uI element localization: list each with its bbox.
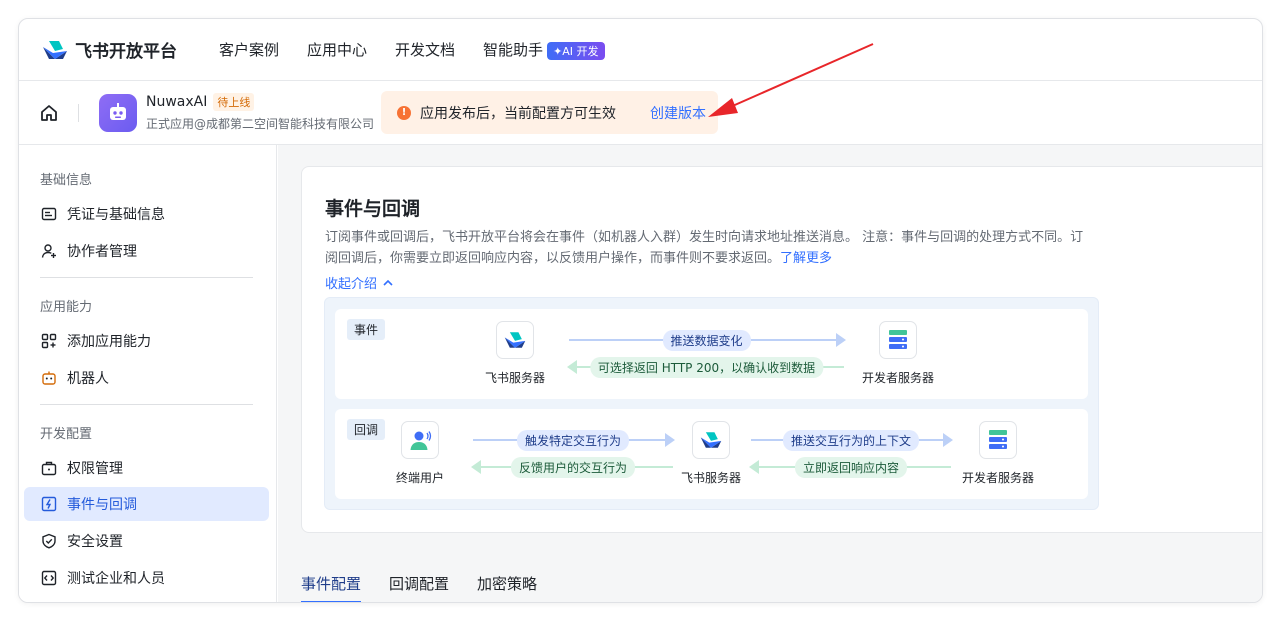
sidebar-item-events-callbacks[interactable]: 事件与回调: [24, 487, 269, 521]
description-text: 订阅事件或回调后，飞书开放平台将会在事件（如机器人入群）发生时向请求地址推送消息…: [325, 230, 1084, 266]
status-badge: 待上线: [213, 93, 255, 111]
node-label: 开发者服务器: [961, 471, 1034, 485]
main-content: 事件与回调 订阅事件或回调后，飞书开放平台将会在事件（如机器人入群）发生时向请求…: [278, 145, 1262, 602]
home-icon: [41, 104, 57, 121]
arrow-label: 推送交互行为的上下文: [782, 430, 920, 451]
node-label: 终端用户: [395, 471, 444, 485]
sidebar-item-test-org[interactable]: 测试企业和人员: [24, 561, 269, 595]
feedback-arrow: 反馈用户的交互行为: [471, 457, 673, 478]
sidebar-item-label: 权限管理: [67, 461, 123, 477]
create-version-link[interactable]: 创建版本: [650, 103, 706, 123]
event-lane: 事件 飞书服务器 开发者服务器 推送数据变化 可选择返回 HTTP 200，以确…: [335, 309, 1088, 399]
server-icon: [979, 421, 1017, 459]
sidebar-item-label: 安全设置: [67, 534, 123, 550]
sidebar-group-dev-config: 开发配置: [40, 427, 93, 442]
sidebar-group-basic-info: 基础信息: [40, 173, 93, 188]
flow-diagram: 事件 飞书服务器 开发者服务器 推送数据变化 可选择返回 HTTP 200，以确…: [324, 297, 1099, 510]
nav-app-center[interactable]: 应用中心: [307, 39, 367, 60]
app-bar: NuwaxAI 待上线 正式应用@成都第二空间智能科技有限公司 ! 应用发布后，…: [19, 81, 1262, 145]
arrow-label: 推送数据变化: [662, 330, 751, 351]
divider: [78, 103, 79, 122]
user-add-icon: [40, 242, 58, 260]
nav-customer-cases[interactable]: 客户案例: [219, 39, 279, 60]
sidebar-item-collaborators[interactable]: 协作者管理: [24, 234, 269, 268]
top-nav: 飞书开放平台 客户案例 应用中心 开发文档 智能助手 ✦AI 开发: [19, 19, 1262, 81]
browser-frame: 飞书开放平台 客户案例 应用中心 开发文档 智能助手 ✦AI 开发 NuwaxA…: [18, 18, 1263, 603]
server-icon: [879, 321, 917, 359]
arrow-label: 可选择返回 HTTP 200，以确认收到数据: [589, 357, 824, 378]
config-tabs: 事件配置 回调配置 加密策略: [301, 573, 565, 602]
nav-dev-docs[interactable]: 开发文档: [395, 39, 455, 60]
nav-smart-assistant[interactable]: 智能助手 ✦AI 开发: [483, 39, 605, 60]
arrow-label: 反馈用户的交互行为: [510, 457, 636, 478]
home-button[interactable]: [38, 102, 60, 124]
chevron-up-icon: [383, 279, 393, 286]
app-avatar[interactable]: [99, 93, 137, 132]
warning-icon: !: [397, 105, 411, 120]
feishu-server-node: 飞书服务器: [460, 321, 570, 386]
brand-name: 飞书开放平台: [75, 42, 177, 62]
intro-card: 事件与回调 订阅事件或回调后，飞书开放平台将会在事件（如机器人入群）发生时向请求…: [301, 166, 1262, 533]
app-org: 正式应用@成都第二空间智能科技有限公司: [146, 117, 375, 131]
sidebar-item-permissions[interactable]: 权限管理: [24, 451, 269, 485]
brand[interactable]: 飞书开放平台: [41, 37, 177, 62]
respond-arrow: 立即返回响应内容: [749, 457, 951, 478]
briefcase-icon: [40, 459, 58, 477]
arrow-label: 触发特定交互行为: [516, 430, 630, 451]
nav-smart-assistant-label: 智能助手: [483, 41, 544, 59]
feishu-logo-icon: [692, 421, 730, 459]
code-icon: [40, 569, 58, 587]
sidebar-item-label: 机器人: [67, 371, 109, 387]
push-data-arrow: 推送数据变化: [569, 330, 846, 351]
sidebar-item-label: 事件与回调: [67, 497, 137, 513]
sidebar-item-label: 协作者管理: [67, 244, 137, 260]
page-title: 事件与回调: [325, 198, 421, 220]
sidebar-divider: [40, 404, 253, 405]
trigger-interaction-arrow: 触发特定交互行为: [473, 430, 675, 451]
sidebar-item-credentials[interactable]: 凭证与基础信息: [24, 197, 269, 231]
feishu-logo-icon: [43, 40, 67, 59]
push-context-arrow: 推送交互行为的上下文: [751, 430, 953, 451]
sidebar-group-app-capability: 应用能力: [40, 300, 93, 315]
developer-server-node: 开发者服务器: [943, 421, 1053, 486]
app-name: NuwaxAI: [146, 94, 208, 110]
http-200-arrow: 可选择返回 HTTP 200，以确认收到数据: [567, 357, 844, 378]
sidebar-item-security[interactable]: 安全设置: [24, 524, 269, 558]
node-label: 飞书服务器: [484, 371, 545, 385]
sidebar-item-label: 凭证与基础信息: [67, 207, 165, 223]
tab-event-config[interactable]: 事件配置: [301, 573, 362, 602]
sidebar-item-label: 测试企业和人员: [67, 571, 165, 587]
collapse-intro-button[interactable]: 收起介绍: [325, 273, 395, 292]
callback-lane: 回调 终端用户 飞书服务器 开发者服务器 触发特定交互行为 反馈用户的交互行为 …: [335, 409, 1088, 499]
learn-more-link[interactable]: 了解更多: [780, 251, 832, 266]
feishu-logo-icon: [496, 321, 534, 359]
notice-text: 应用发布后，当前配置方可生效: [420, 105, 616, 122]
page-description: 订阅事件或回调后，飞书开放平台将会在事件（如机器人入群）发生时向请求地址推送消息…: [325, 227, 1085, 269]
sidebar: 基础信息 凭证与基础信息 协作者管理 应用能力 添加应用能力 机器人 开发配置 …: [19, 145, 277, 602]
node-label: 飞书服务器: [680, 471, 741, 485]
apps-add-icon: [40, 332, 58, 350]
user-icon: [401, 421, 439, 459]
collapse-label: 收起介绍: [325, 277, 378, 292]
node-label: 开发者服务器: [861, 371, 934, 385]
sidebar-item-add-capability[interactable]: 添加应用能力: [24, 324, 269, 358]
sidebar-item-robot[interactable]: 机器人: [24, 361, 269, 395]
end-user-node: 终端用户: [365, 421, 475, 486]
robot-icon: [40, 369, 58, 387]
ai-dev-badge: ✦AI 开发: [547, 41, 605, 60]
developer-server-node: 开发者服务器: [843, 321, 953, 386]
tab-callback-config[interactable]: 回调配置: [389, 573, 449, 602]
event-icon: [40, 495, 58, 513]
publish-notice: ! 应用发布后，当前配置方可生效 创建版本: [381, 91, 718, 134]
event-lane-tag: 事件: [347, 319, 386, 340]
sidebar-divider: [40, 277, 253, 278]
shield-icon: [40, 532, 58, 550]
sidebar-item-label: 添加应用能力: [67, 334, 151, 350]
arrow-label: 立即返回响应内容: [794, 457, 908, 478]
id-card-icon: [40, 205, 58, 223]
robot-avatar-icon: [110, 102, 126, 120]
tab-encryption[interactable]: 加密策略: [477, 573, 537, 602]
